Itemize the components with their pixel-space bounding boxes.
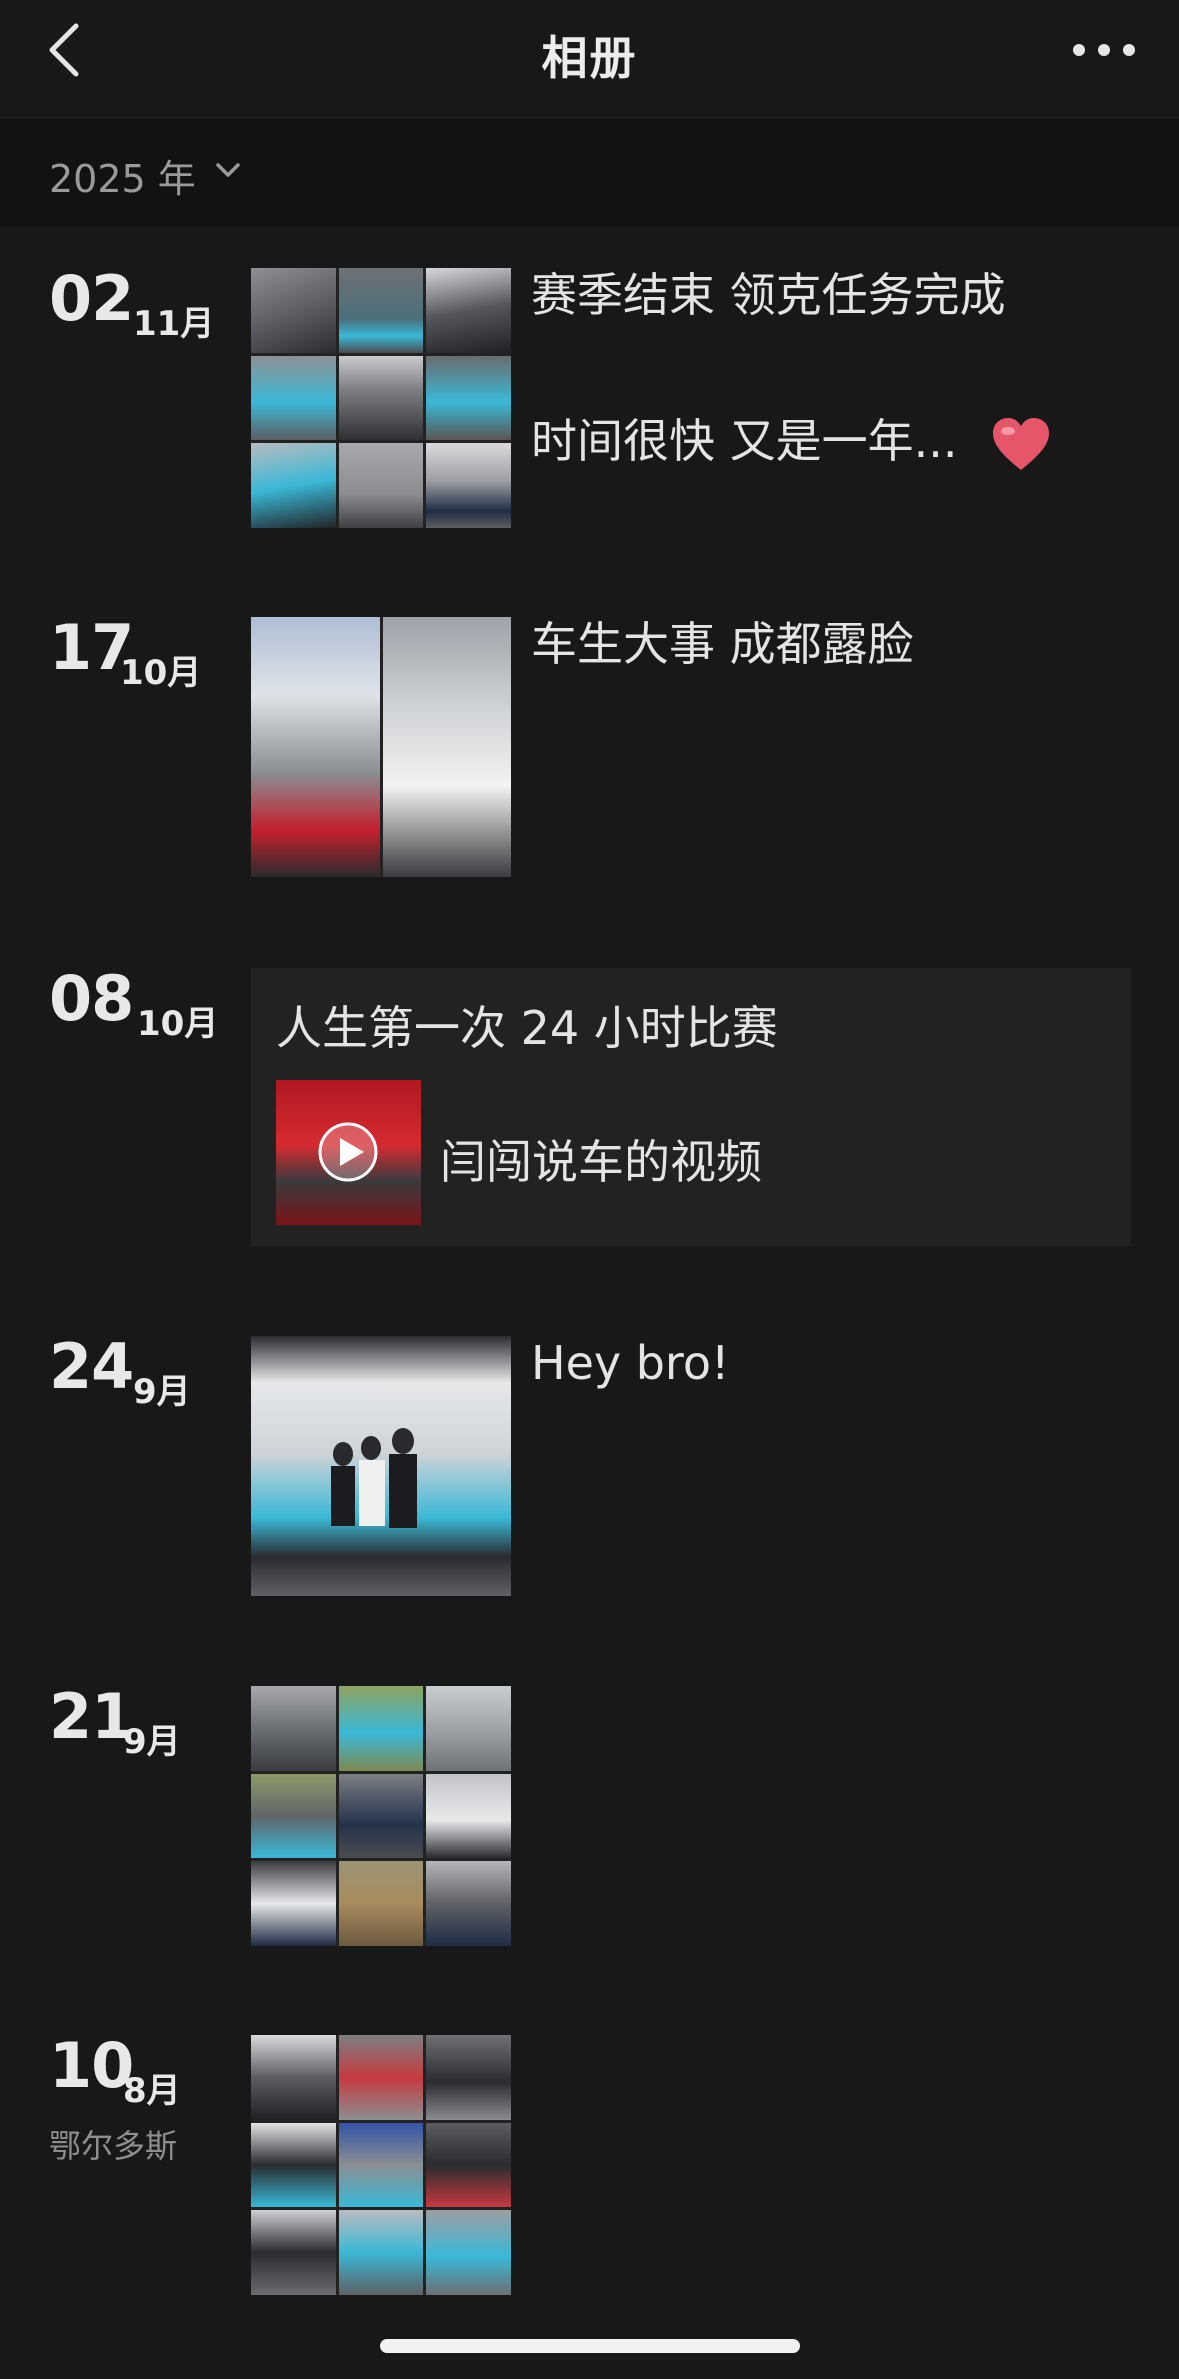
photo-thumbnail[interactable] xyxy=(426,268,511,353)
more-button[interactable] xyxy=(1069,28,1139,72)
shared-video-card[interactable]: 人生第一次 24 小时比赛 闫闯说车的视频 xyxy=(251,968,1131,1246)
photo-grid[interactable] xyxy=(251,268,511,528)
caption-line: 赛季结束 领克任务完成 xyxy=(531,268,1006,322)
home-indicator[interactable] xyxy=(380,2339,800,2353)
photo-thumbnail[interactable] xyxy=(426,355,511,441)
photo-thumbnail[interactable] xyxy=(338,1861,424,1946)
photo-thumbnail[interactable] xyxy=(338,443,424,528)
photo-grid[interactable] xyxy=(251,2035,511,2295)
entry-caption: Hey bro! xyxy=(531,1336,730,1390)
photo-thumbnail[interactable] xyxy=(251,1861,336,1946)
photo-thumbnail[interactable] xyxy=(338,2210,424,2295)
photo-thumbnail[interactable] xyxy=(338,355,424,441)
year-selector[interactable]: 2025 年 xyxy=(0,118,1179,226)
entry-caption: 赛季结束 领克任务完成 时间很快 又是一年... xyxy=(531,268,1049,471)
photo-thumbnail[interactable] xyxy=(251,2122,336,2208)
entry-day: 24 xyxy=(49,1330,134,1403)
photo-thumbnail[interactable] xyxy=(251,355,336,441)
year-label: 2025 年 xyxy=(49,157,196,201)
share-label: 闫闯说车的视频 xyxy=(440,1135,762,1189)
entry-month: 9月 xyxy=(133,1372,191,1412)
photo-thumbnail[interactable] xyxy=(338,2035,424,2120)
photo-thumbnail[interactable] xyxy=(251,268,336,353)
video-thumbnail[interactable] xyxy=(276,1080,421,1225)
entry-month: 9月 xyxy=(123,1722,181,1762)
entry-month: 8月 xyxy=(123,2071,181,2111)
photo-thumbnail[interactable] xyxy=(251,1686,336,1771)
entry-month: 10月 xyxy=(120,653,202,693)
photo-thumbnail[interactable] xyxy=(426,2035,511,2120)
photo-thumbnail[interactable] xyxy=(338,1773,424,1859)
photo-thumbnail[interactable] xyxy=(338,2122,424,2208)
photo-thumbnail[interactable] xyxy=(426,1773,511,1859)
photo-thumbnail[interactable] xyxy=(338,268,424,353)
heart-icon xyxy=(993,418,1049,471)
entry-caption: 车生大事 成都露脸 xyxy=(531,617,914,671)
caption-line: 时间很快 又是一年... xyxy=(531,414,958,469)
entry-day: 08 xyxy=(49,962,134,1035)
chevron-down-icon xyxy=(216,163,240,177)
photo-thumbnail[interactable] xyxy=(426,443,511,528)
entry-day: 02 xyxy=(49,262,134,335)
photo-thumbnail[interactable] xyxy=(251,617,380,877)
photo-thumbnail[interactable] xyxy=(251,2210,336,2295)
photo-thumbnail[interactable] xyxy=(426,2210,511,2295)
entry-day: 10 xyxy=(49,2029,134,2102)
photo-thumbnail[interactable] xyxy=(382,617,511,877)
share-title: 人生第一次 24 小时比赛 xyxy=(276,1001,778,1055)
photo-thumbnail[interactable] xyxy=(251,443,336,528)
photo-grid[interactable] xyxy=(251,1686,511,1946)
more-horizontal-icon xyxy=(1073,44,1135,56)
page-title: 相册 xyxy=(541,31,638,85)
photo-thumbnail[interactable] xyxy=(251,1773,336,1859)
photo-thumbnail[interactable] xyxy=(251,2035,336,2120)
entry-location: 鄂尔多斯 xyxy=(49,2127,178,2165)
photo-thumbnail[interactable] xyxy=(426,1686,511,1771)
nav-bar: 相册 xyxy=(0,0,1179,118)
entry-month: 10月 xyxy=(137,1004,219,1044)
people-figures xyxy=(331,1428,417,1528)
play-icon xyxy=(318,1122,378,1182)
entry-month: 11月 xyxy=(133,304,215,344)
photo-thumbnail[interactable] xyxy=(426,1861,511,1946)
photo-thumbnail[interactable] xyxy=(251,1336,511,1596)
photo-thumbnail[interactable] xyxy=(338,1686,424,1771)
entry-day: 21 xyxy=(49,1680,134,1753)
photo-thumbnail[interactable] xyxy=(426,2122,511,2208)
photo-grid[interactable] xyxy=(251,617,511,877)
